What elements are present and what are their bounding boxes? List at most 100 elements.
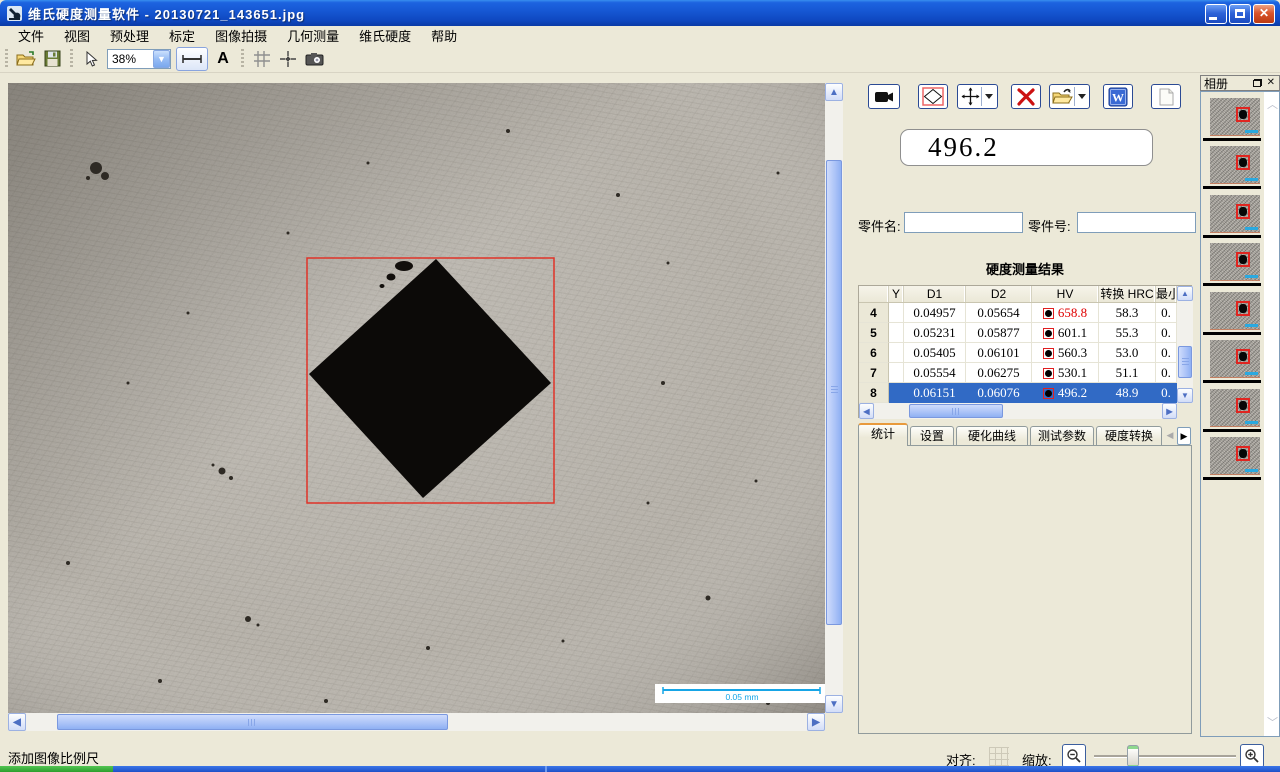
table-row[interactable]: 6 0.05405 0.06101 560.3 53.0 0. [859,343,1177,363]
scroll-right-button[interactable]: ▶ [1162,403,1177,419]
new-blank-button[interactable] [1151,84,1181,109]
save-button[interactable] [39,47,65,71]
capture-video-button[interactable] [868,84,900,109]
cell-d1: 0.05554 [904,363,966,383]
tab-statistics[interactable]: 统计 [858,423,908,446]
tab-scroll-right-button[interactable]: ▶ [1177,427,1191,445]
scroll-up-icon[interactable]: ︿ [1267,100,1277,110]
minimize-button[interactable] [1205,4,1227,24]
menu-image-capture[interactable]: 图像拍摄 [205,25,277,46]
micrograph-image[interactable]: 0.05 mm [8,83,825,713]
scale-bar [1245,469,1258,472]
album-thumbnail-8[interactable] [1210,437,1260,475]
delete-measurement-button[interactable] [1011,84,1041,109]
open-folder-icon [1052,88,1073,105]
export-word-button[interactable]: W [1103,84,1133,109]
taskbar-sliver[interactable] [113,766,1280,772]
zoom-out-button[interactable] [1062,744,1086,768]
maximize-button[interactable] [1229,4,1251,24]
album-thumbnail-7[interactable] [1210,389,1260,427]
scroll-down-button[interactable]: ▼ [1177,388,1193,403]
tab-settings[interactable]: 设置 [910,426,954,446]
toolbar-grip [70,49,73,69]
table-row[interactable]: 7 0.05554 0.06275 530.1 51.1 0. [859,363,1177,383]
indent-blob [1239,207,1247,216]
statistics-panel [858,445,1192,734]
album-thumbnail-6[interactable] [1210,340,1260,378]
horizontal-scroll-thumb[interactable] [57,714,448,730]
cell-d2: 0.05654 [966,303,1032,323]
camera-icon [305,52,324,66]
pointer-tool-button[interactable] [78,47,104,71]
open-image-button[interactable] [1049,84,1090,109]
scroll-left-button[interactable]: ◀ [8,713,26,731]
scale-bar [1245,372,1258,375]
open-file-button[interactable] [13,47,39,71]
move-marker-button[interactable] [957,84,998,109]
horizontal-scroll-thumb[interactable] [909,404,1003,418]
menu-view[interactable]: 视图 [54,25,100,46]
menu-file[interactable]: 文件 [8,25,54,46]
dropdown-caret-icon[interactable] [985,94,993,103]
grid-tool-button[interactable] [249,47,275,71]
measure-tool-button[interactable] [176,47,208,71]
part-name-input[interactable] [904,212,1023,233]
marker-square [1236,301,1250,316]
menu-vickers-hardness[interactable]: 维氏硬度 [349,25,421,46]
cell-hrc: 55.3 [1099,323,1156,343]
menu-help[interactable]: 帮助 [421,25,467,46]
align-grid-icon[interactable] [989,747,1009,767]
scroll-right-button[interactable]: ▶ [807,713,825,731]
close-panel-icon[interactable]: ✕ [1267,78,1275,88]
album-thumbnail-2[interactable] [1210,146,1260,184]
combobox-dropdown-icon[interactable]: ▼ [153,50,170,68]
table-row-selected[interactable]: 8 0.06151 0.06076 496.2 48.9 0. [859,383,1177,403]
zoom-in-button[interactable] [1240,744,1264,768]
dropdown-caret-icon[interactable] [1078,94,1086,103]
scale-bar [1245,421,1258,424]
cell-hrc: 58.3 [1099,303,1156,323]
indent-marker-icon [1043,368,1054,379]
scroll-left-button[interactable]: ◀ [859,403,874,419]
detect-indentation-button[interactable] [918,84,948,109]
album-thumbnail-5[interactable] [1210,292,1260,330]
vertical-scroll-thumb[interactable] [1178,346,1192,378]
center-target-button[interactable] [275,47,301,71]
marker-square [1236,155,1250,170]
tab-test-parameters[interactable]: 测试参数 [1030,426,1094,446]
row-number: 4 [859,303,889,323]
cell-d2: 0.05877 [966,323,1032,343]
close-button[interactable]: ✕ [1253,4,1275,24]
menu-geometry-measure[interactable]: 几何测量 [277,25,349,46]
scroll-down-button[interactable]: ▼ [825,695,843,713]
scroll-down-icon[interactable]: ﹀ [1267,718,1277,728]
row-number: 8 [859,383,889,403]
menu-preprocess[interactable]: 预处理 [100,25,159,46]
thumbnail-separator [1203,283,1261,286]
menu-calibration[interactable]: 标定 [159,25,205,46]
indent-blob [1239,255,1247,264]
tab-scroll-left-button[interactable]: ◀ [1163,427,1177,445]
zoom-slider-thumb[interactable] [1127,745,1139,767]
zoom-percent-combobox[interactable]: 38% ▼ [107,49,171,69]
tab-hardening-curve[interactable]: 硬化曲线 [956,426,1028,446]
taskbar-start-sliver[interactable] [0,766,113,772]
tab-hardness-conversion[interactable]: 硬度转换 [1096,426,1162,446]
part-no-input[interactable] [1077,212,1196,233]
table-row[interactable]: 4 0.04957 0.05654 658.8 58.3 0. [859,303,1177,323]
vertical-scroll-thumb[interactable] [826,160,842,625]
taskbar-divider [545,766,547,772]
title-bar[interactable]: 维氏硬度测量软件 - 20130721_143651.jpg ✕ [0,0,1280,26]
scrollbar-corner [1177,403,1193,419]
album-thumbnail-4[interactable] [1210,243,1260,281]
scroll-up-button[interactable]: ▲ [1177,286,1193,301]
float-panel-icon[interactable] [1253,79,1262,87]
scroll-up-button[interactable]: ▲ [825,83,843,101]
text-tool-button[interactable]: A [210,47,236,71]
table-row[interactable]: 5 0.05231 0.05877 601.1 55.3 0. [859,323,1177,343]
camera-capture-button[interactable] [301,47,327,71]
album-thumbnail-3[interactable] [1210,195,1260,233]
scrollbar-corner [825,713,843,731]
album-thumbnail-1[interactable] [1210,98,1260,136]
results-table-header: Y D1 D2 HV 转换 HRC 最小 [859,286,1177,303]
